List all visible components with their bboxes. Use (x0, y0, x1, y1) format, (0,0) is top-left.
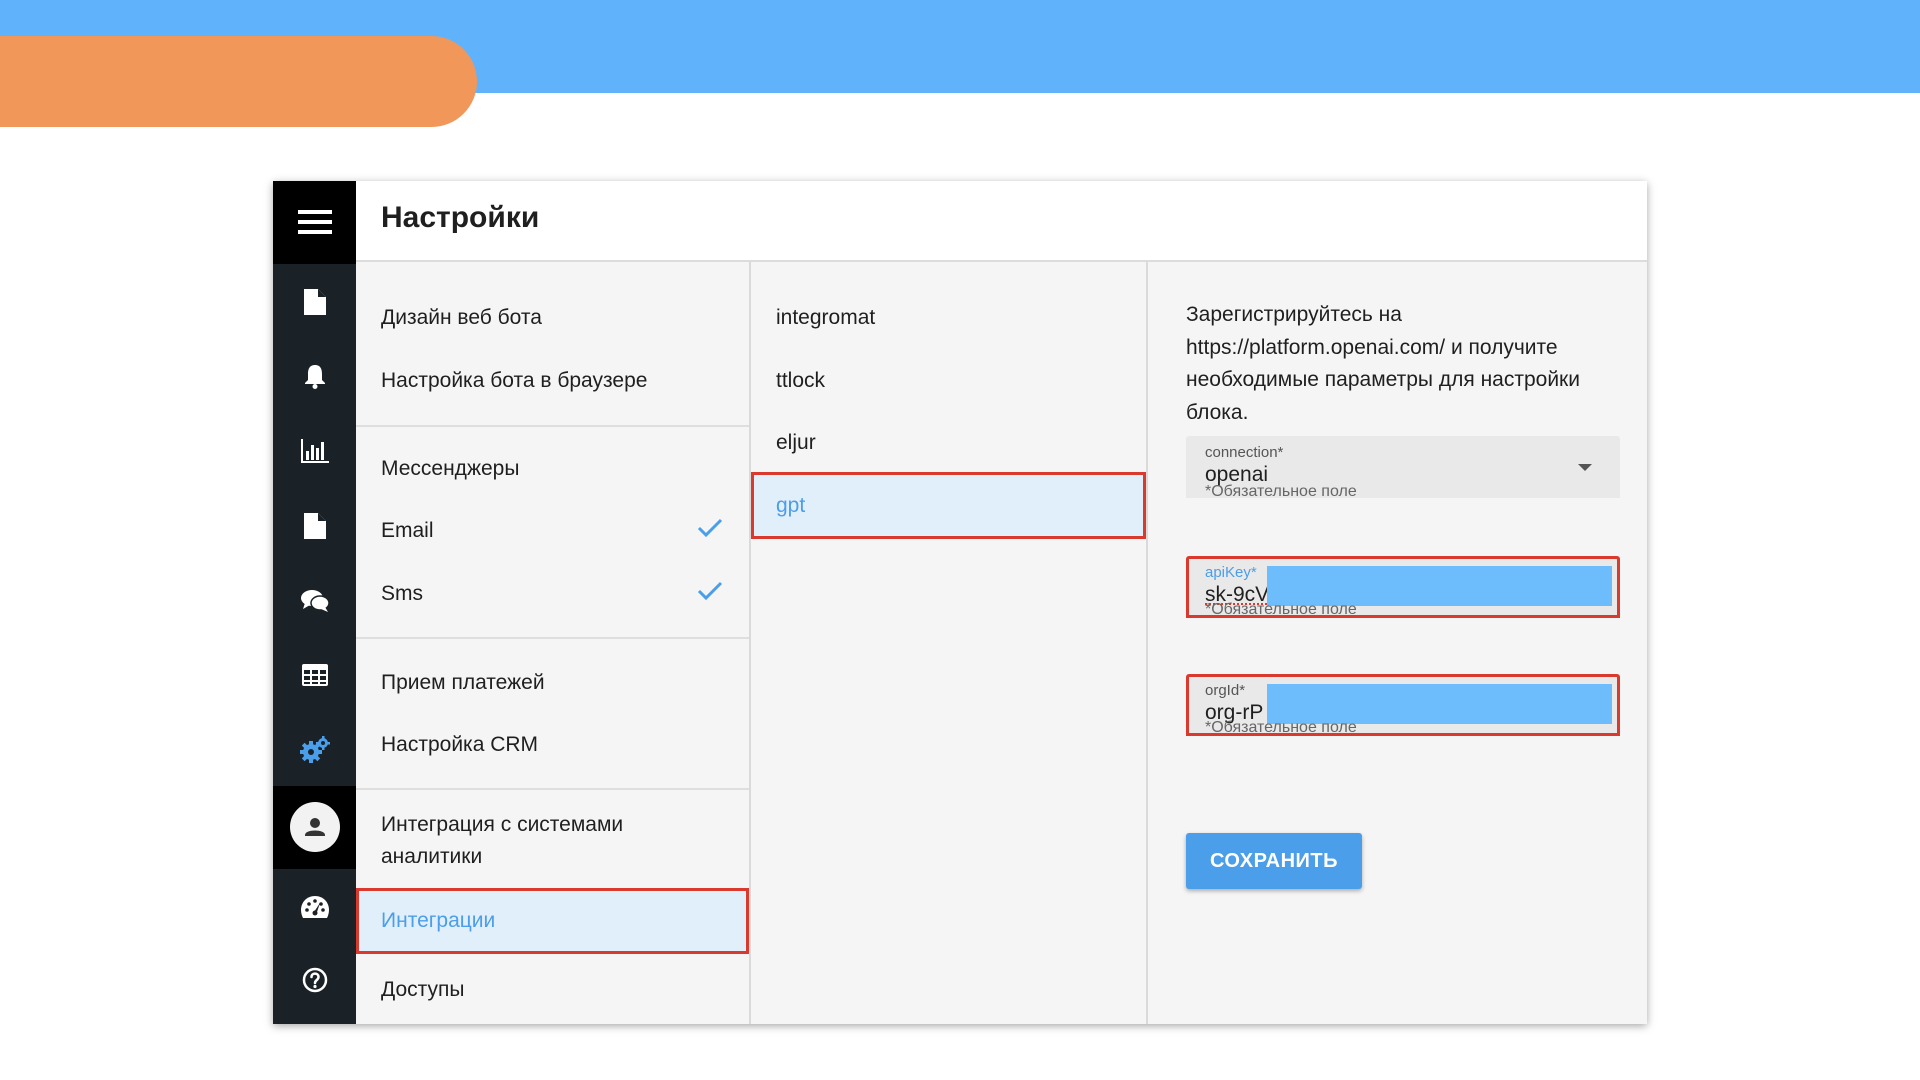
settings-item-browser-bot[interactable]: Настройка бота в браузере (356, 351, 749, 411)
gears-icon[interactable] (273, 730, 356, 770)
settings-item-label: Доступы (381, 978, 465, 1001)
field-label: connection* (1205, 444, 1284, 461)
settings-item-label: Настройка CRM (381, 733, 539, 756)
settings-item-sms[interactable]: Sms (356, 564, 749, 624)
integration-item-label: ttlock (776, 369, 826, 392)
help-icon[interactable] (273, 960, 356, 1000)
settings-item-web-bot-design[interactable]: Дизайн веб бота (356, 288, 749, 348)
integration-item-label: eljur (776, 431, 816, 454)
integrations-list: integromat ttlock eljur gpt (751, 262, 1148, 1024)
settings-item-label: Дизайн веб бота (381, 306, 542, 329)
checkmark-icon (697, 581, 723, 607)
menu-icon (273, 202, 356, 242)
integration-item-gpt[interactable]: gpt (751, 472, 1146, 539)
section-divider (356, 425, 749, 427)
settings-item-label: Настройка бота в браузере (381, 369, 648, 392)
redaction-mask (1267, 566, 1612, 606)
settings-item-access[interactable]: Доступы (356, 960, 749, 1020)
form-description: Зарегистрируйтесь на https://platform.op… (1186, 303, 1580, 424)
integration-item-label: gpt (776, 493, 806, 517)
integration-item-label: integromat (776, 306, 876, 329)
slide-accent-tab (0, 36, 477, 127)
app-header: Настройки (356, 181, 1647, 262)
checkmark-icon (697, 518, 723, 544)
settings-item-messengers[interactable]: Мессенджеры (356, 439, 749, 499)
settings-item-crm[interactable]: Настройка CRM (356, 715, 749, 775)
settings-item-label: Email (381, 519, 434, 542)
field-label: orgId* (1205, 682, 1246, 699)
integration-form: Зарегистрируйтесь на https://platform.op… (1148, 262, 1647, 1024)
file-icon[interactable] (273, 506, 356, 546)
required-hint: *Обязательное поле (1205, 483, 1357, 500)
redaction-mask (1267, 684, 1612, 724)
settings-menu: Дизайн веб бота Настройка бота в браузер… (356, 262, 751, 1024)
integration-item-eljur[interactable]: eljur (751, 413, 1146, 473)
integration-item-integromat[interactable]: integromat (751, 288, 1146, 348)
settings-item-label: Интеграции (381, 909, 496, 932)
settings-item-payments[interactable]: Прием платежей (356, 653, 749, 713)
integration-item-ttlock[interactable]: ttlock (751, 351, 1146, 411)
settings-item-email[interactable]: Email (356, 501, 749, 561)
chevron-down-icon (1578, 464, 1592, 471)
section-divider (356, 788, 749, 790)
nav-rail (273, 181, 356, 1024)
bar-chart-icon[interactable] (273, 431, 356, 471)
settings-item-label: Прием платежей (381, 671, 545, 694)
section-divider (356, 637, 749, 639)
settings-item-label: Sms (381, 582, 423, 605)
settings-item-analytics[interactable]: Интеграция с системами аналитики (356, 802, 676, 880)
user-profile-button[interactable] (273, 786, 356, 869)
bell-icon[interactable] (273, 356, 356, 396)
save-button[interactable]: СОХРАНИТЬ (1186, 833, 1362, 889)
field-label: apiKey* (1205, 564, 1257, 581)
chat-icon[interactable] (273, 581, 356, 621)
required-hint: *Обязательное поле (1205, 601, 1357, 618)
table-icon[interactable] (273, 655, 356, 695)
settings-item-label: Интеграция с системами аналитики (381, 813, 624, 868)
app-window: Настройки Дизайн веб бота Настройка бота… (273, 181, 1647, 1024)
page-title: Настройки (381, 201, 540, 234)
speedometer-icon[interactable] (273, 887, 356, 927)
settings-item-integrations[interactable]: Интеграции (356, 888, 749, 954)
menu-button[interactable] (273, 181, 356, 264)
document-icon[interactable] (273, 282, 356, 322)
required-hint: *Обязательное поле (1205, 719, 1357, 736)
settings-item-label: Мессенджеры (381, 457, 520, 480)
user-avatar-icon (273, 799, 356, 855)
